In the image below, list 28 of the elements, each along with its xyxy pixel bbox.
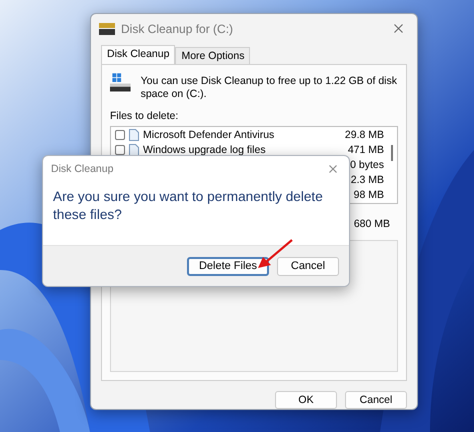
window-title: Disk Cleanup for (C:) <box>121 22 234 36</box>
arrow-drawing <box>258 239 293 268</box>
dialog-button[interactable]: Cancel <box>277 256 339 276</box>
checkbox[interactable] <box>115 144 125 155</box>
intro-text: You can use Disk Cleanup to free up to 1.22 GB of disk space on (C:). <box>140 75 398 102</box>
file-icon <box>129 144 139 156</box>
tab[interactable]: Disk Cleanup <box>101 45 176 64</box>
dialog-button[interactable]: Cancel <box>345 391 407 409</box>
drive-icon <box>99 22 115 35</box>
close-icon[interactable] <box>394 24 403 34</box>
confirm-message: Are you sure you want to permanently delete these files? <box>52 188 324 224</box>
file-name: Windows upgrade log files <box>143 144 267 156</box>
tab[interactable]: More Options <box>175 47 250 64</box>
files-label: Files to delete: <box>110 110 180 122</box>
dialog-button[interactable]: Delete Files <box>187 256 269 276</box>
dialog-button[interactable]: OK <box>275 391 337 409</box>
file-icon <box>129 128 139 141</box>
checkbox[interactable] <box>115 130 125 140</box>
dialog-title: Disk Cleanup <box>51 163 114 175</box>
file-size: 2.3 MB <box>350 174 385 186</box>
close-icon[interactable] <box>329 165 337 173</box>
file-size: 29.8 MB <box>344 128 385 141</box>
file-size: 98 MB <box>354 188 385 201</box>
file-name: Microsoft Defender Antivirus <box>143 128 276 141</box>
scrollbar-thumb[interactable] <box>391 145 393 162</box>
file-size: 0 bytes <box>350 158 385 171</box>
file-size: 471 MB <box>348 144 385 156</box>
total-size: 680 MB <box>352 218 390 230</box>
